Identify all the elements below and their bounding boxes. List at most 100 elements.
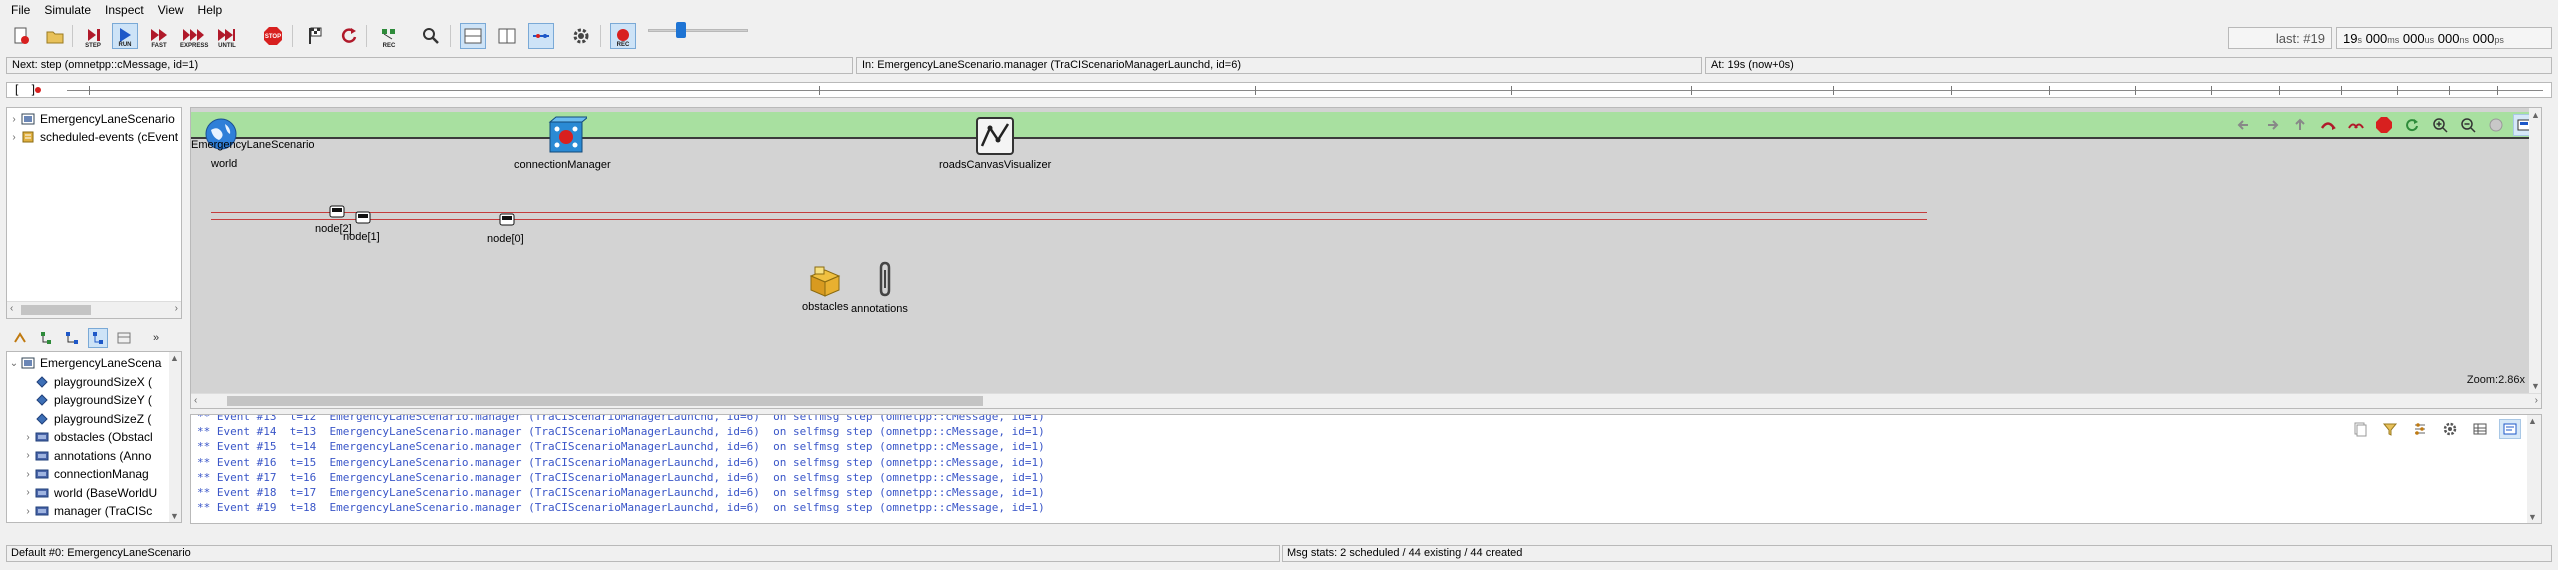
chevron-right-icon[interactable]: › xyxy=(21,450,35,461)
zoom-out-button[interactable] xyxy=(2457,114,2479,136)
timeline-tick xyxy=(2341,86,2342,95)
rebuild-network-button[interactable] xyxy=(336,23,362,49)
module-annotations[interactable] xyxy=(873,260,897,301)
scroll-down-icon[interactable]: ▼ xyxy=(170,511,179,521)
chevron-right-icon[interactable]: › xyxy=(21,506,35,517)
chevron-right-icon[interactable]: › xyxy=(21,469,35,480)
relayout-button[interactable] xyxy=(2401,114,2423,136)
log-view-button[interactable] xyxy=(2499,419,2521,439)
module-connection-manager[interactable] xyxy=(547,116,590,159)
event-recording-button[interactable]: REC xyxy=(376,23,402,49)
animation-speed-slider[interactable] xyxy=(648,29,748,32)
stop-local-button[interactable] xyxy=(2373,114,2395,136)
stop-button[interactable]: STOP xyxy=(260,23,286,49)
canvas-vscroll[interactable]: ▲ ▼ xyxy=(2529,108,2541,393)
object-tree-item[interactable]: › obstacles (Obstacl xyxy=(21,428,153,446)
menu-view[interactable]: View xyxy=(151,3,191,17)
module-tree-hscroll[interactable]: ‹ › xyxy=(7,301,181,318)
new-run-button[interactable] xyxy=(8,23,34,49)
step-button[interactable]: STEP xyxy=(80,23,106,49)
scroll-thumb[interactable] xyxy=(21,305,91,315)
go-to-parent-button[interactable] xyxy=(10,328,30,348)
log-preferences-button[interactable] xyxy=(2439,419,2461,439)
run-button[interactable]: RUN xyxy=(112,23,138,49)
scroll-up-icon[interactable]: ▲ xyxy=(170,353,179,363)
module-obstacles[interactable] xyxy=(807,264,843,303)
menu-simulate[interactable]: Simulate xyxy=(37,3,98,17)
chevron-right-icon[interactable]: › xyxy=(21,487,35,498)
log-vscroll[interactable]: ▲ ▼ xyxy=(2527,415,2541,523)
network-icon xyxy=(21,113,35,125)
menu-inspect[interactable]: Inspect xyxy=(98,3,151,17)
fast-run-button[interactable]: FAST xyxy=(146,23,172,49)
chevron-right-icon[interactable]: › xyxy=(7,132,21,143)
go-up-button[interactable] xyxy=(2289,114,2311,136)
layout-vertical-button[interactable] xyxy=(494,23,520,49)
flat-view-button[interactable] xyxy=(88,328,108,348)
object-tree-label: obstacles (Obstacl xyxy=(54,430,153,444)
express-run-button[interactable]: EXPRESS xyxy=(180,23,208,49)
fast-local-button[interactable] xyxy=(2345,114,2367,136)
children-view-button[interactable] xyxy=(36,328,56,348)
event-log-pane[interactable]: ** Event #13 t=12 EmergencyLaneScenario.… xyxy=(190,414,2542,524)
grouped-view-button[interactable] xyxy=(62,328,82,348)
layout-horizontal-button[interactable] xyxy=(460,23,486,49)
scroll-up-icon[interactable]: ▲ xyxy=(2528,416,2537,426)
scroll-right-icon[interactable]: › xyxy=(175,303,178,314)
object-tree-vscroll[interactable]: ▲ ▼ xyxy=(169,352,181,522)
animation-speed-thumb[interactable] xyxy=(676,22,686,38)
more-options-icon[interactable]: » xyxy=(146,328,166,348)
menu-help[interactable]: Help xyxy=(191,3,230,17)
module-tree-item[interactable]: › scheduled-events (cEvent xyxy=(7,128,178,146)
node-0[interactable] xyxy=(499,212,515,229)
scroll-down-icon[interactable]: ▼ xyxy=(2528,512,2537,522)
scroll-left-icon[interactable]: ‹ xyxy=(10,303,13,314)
copy-log-button[interactable] xyxy=(2349,419,2371,439)
scroll-right-icon[interactable]: › xyxy=(2535,395,2538,406)
show-timeline-button[interactable] xyxy=(528,23,554,49)
scroll-thumb[interactable] xyxy=(227,396,983,406)
object-tree-item[interactable]: › annotations (Anno xyxy=(21,447,151,465)
canvas-hscroll[interactable]: ‹ › xyxy=(191,393,2541,408)
chevron-down-icon[interactable]: ⌄ xyxy=(7,358,21,369)
object-tree-item[interactable]: › world (BaseWorldU xyxy=(21,484,157,502)
log-settings-button[interactable] xyxy=(2409,419,2431,439)
object-tree-item[interactable]: playgroundSizeZ ( xyxy=(21,410,151,428)
log-line: ** Event #15 t=14 EmergencyLaneScenario.… xyxy=(197,440,1045,454)
object-tree-item[interactable]: ⌄ EmergencyLaneScena xyxy=(7,354,162,372)
object-tree-label: world (BaseWorldU xyxy=(54,485,158,500)
timeline-event-marker[interactable] xyxy=(35,87,41,93)
animation-toggle-button[interactable] xyxy=(2485,114,2507,136)
object-tree-item[interactable]: › manager (TraCISc xyxy=(21,502,152,520)
run-local-button[interactable] xyxy=(2317,114,2339,136)
chevron-right-icon[interactable]: › xyxy=(7,114,21,125)
menu-file[interactable]: File xyxy=(4,3,37,17)
object-tree-item[interactable]: › connectionManag xyxy=(21,465,148,483)
node-1[interactable] xyxy=(355,210,371,227)
filter-log-button[interactable] xyxy=(2379,419,2401,439)
inheritance-view-button[interactable] xyxy=(114,328,134,348)
finish-button[interactable] xyxy=(302,23,328,49)
preferences-button[interactable] xyxy=(568,23,594,49)
stop-icon xyxy=(2376,117,2392,133)
scroll-up-icon[interactable]: ▲ xyxy=(2531,110,2540,120)
scroll-down-icon[interactable]: ▼ xyxy=(2531,381,2540,391)
run-until-button[interactable]: UNTIL xyxy=(214,23,240,49)
scroll-left-icon[interactable]: ‹ xyxy=(194,395,197,406)
messages-view-button[interactable] xyxy=(2469,419,2491,439)
node-2[interactable] xyxy=(329,204,345,221)
zoom-in-button[interactable] xyxy=(2429,114,2451,136)
object-tree-label: manager (TraCISc xyxy=(54,504,153,518)
forward-button[interactable] xyxy=(2261,114,2283,136)
record-video-button[interactable]: REC xyxy=(610,23,636,49)
network-canvas[interactable]: EmergencyLaneScenario world connectionMa… xyxy=(190,107,2542,409)
chevron-right-icon[interactable]: › xyxy=(21,432,35,443)
module-tree-item[interactable]: › EmergencyLaneScenario xyxy=(7,110,174,128)
object-tree-item[interactable]: playgroundSizeY ( xyxy=(21,391,152,409)
module-roads-canvas-visualizer[interactable] xyxy=(975,116,1015,159)
find-objects-button[interactable] xyxy=(418,23,444,49)
object-tree-item[interactable]: playgroundSizeX ( xyxy=(21,373,152,391)
timeline[interactable]: [ ] xyxy=(6,82,2552,98)
load-ned-button[interactable] xyxy=(42,23,68,49)
back-button[interactable] xyxy=(2233,114,2255,136)
